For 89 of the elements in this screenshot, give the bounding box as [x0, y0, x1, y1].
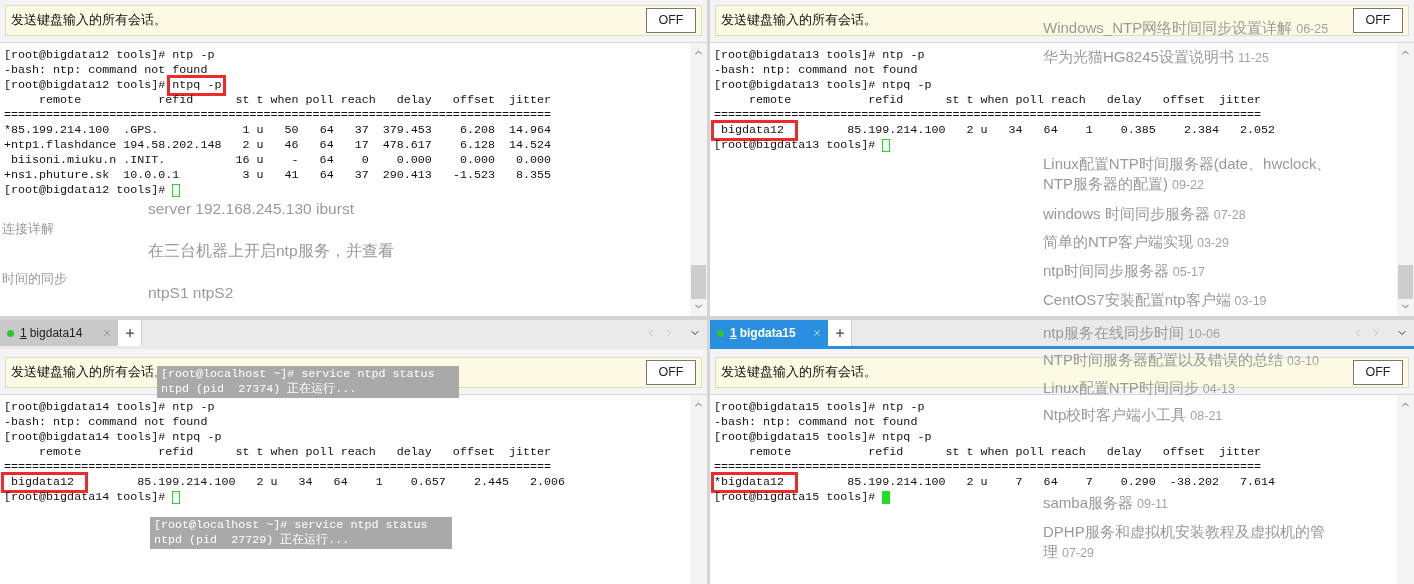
peer-name: +ntp1.flashdance: [4, 138, 117, 153]
off-button[interactable]: OFF: [1353, 8, 1403, 33]
peer-name: biisoni.miuku.n: [10, 153, 117, 168]
related-article-link[interactable]: Linux配置NTP时间服务器(date、hwclock、NTP服务器的配置) 09-22: [1043, 154, 1333, 195]
command-text: ntp -p: [172, 48, 215, 63]
snippet-line: ntpd (pid 27374) 正在运行...: [161, 382, 358, 397]
scrollbar-thumb[interactable]: [691, 265, 706, 299]
related-article-link[interactable]: 简单的NTP客户端实现 03-29: [1043, 232, 1229, 253]
peer-name: +ns1.phuture.sk: [4, 168, 110, 183]
terminal-line: [root@bigdata14 tools]#: [4, 400, 167, 415]
plus-icon: [833, 327, 846, 339]
off-button[interactable]: OFF: [646, 8, 696, 33]
scrollbar[interactable]: [690, 43, 707, 316]
terminal-line: [root@bigdata12 tools]#: [4, 48, 167, 63]
related-article-link[interactable]: 华为光猫HG8245设置说明书 11-25: [1043, 47, 1269, 68]
off-button[interactable]: OFF: [1353, 360, 1403, 385]
background-text: 时间的同步: [2, 270, 67, 288]
peer-name: *85.199.214.100: [4, 123, 110, 138]
off-button[interactable]: OFF: [646, 360, 696, 385]
terminal-line: [root@bigdata15 tools]#: [714, 490, 877, 505]
broadcast-message: 发送键盘输入的所有会话。: [11, 12, 167, 30]
close-icon[interactable]: [812, 328, 822, 338]
terminal-line: 85.199.214.100 2 u 34 64 1 0.657 2.445 2.006: [136, 475, 566, 490]
terminal-line: .INIT. 16 u - 64 0 0.000 0.000 0.000: [122, 153, 552, 168]
terminal-line: remote refid st t when poll reach delay offset jitter: [38, 445, 552, 460]
new-tab-button[interactable]: [118, 320, 142, 346]
terminal-line: [root@bigdata14 tools]#: [4, 490, 167, 505]
related-article-link[interactable]: NTP时间服务器配置以及错误的总结 03-10: [1043, 350, 1319, 371]
terminal-line: [root@bigdata13 tools]#: [714, 138, 877, 153]
terminal-line: remote refid st t when poll reach delay offset jitter: [748, 93, 1262, 108]
session-tab[interactable]: 1 bigdata14: [0, 320, 118, 346]
related-article-link[interactable]: Windows_NTP网络时间同步设置详解 06-25: [1043, 18, 1329, 39]
related-article-link[interactable]: windows 时间同步服务器 07-28: [1043, 204, 1246, 225]
plus-icon: [123, 327, 136, 339]
scrollbar[interactable]: [1397, 395, 1414, 584]
related-article-link[interactable]: DPHP服务和虚拟机安装教程及虚拟机的管理 07-29: [1043, 522, 1333, 563]
command-text: ntpq -p: [882, 430, 932, 445]
related-article-link[interactable]: CentOS7安装配置ntp客户端 03-19: [1043, 290, 1267, 311]
command-text: ntpq -p: [172, 430, 222, 445]
scrollbar[interactable]: [690, 395, 707, 584]
terminal-line: 85.199.214.100 2 u 34 64 1 0.385 2.384 2.052: [846, 123, 1276, 138]
terminal-line: 194.58.202.148 2 u 46 64 17 478.617 6.128 14.524: [122, 138, 552, 153]
command-text: ntp -p: [172, 400, 215, 415]
terminal-line: ==============================================================================: [714, 108, 1262, 123]
terminal-line: [root@bigdata13 tools]#: [714, 48, 877, 63]
terminal-line: remote refid st t when poll reach delay offset jitter: [748, 445, 1262, 460]
related-article-link[interactable]: ntp时间同步服务器 05-17: [1043, 261, 1205, 282]
close-icon[interactable]: [102, 328, 112, 338]
background-text: server 192.168.245.130 iburst: [148, 199, 354, 219]
command-text: ntp -p: [882, 48, 925, 63]
terminal-line: 85.199.214.100 2 u 7 64 7 0.290 -38.202 7.614: [846, 475, 1276, 490]
related-article-link[interactable]: Linux配置NTP时间同步 04-13: [1043, 378, 1235, 399]
session-tab[interactable]: 1 bigdata15: [710, 320, 828, 346]
terminal-line: ==============================================================================: [4, 460, 552, 475]
terminal-line: -bash: ntp: command not found: [4, 63, 208, 78]
terminal-line: 10.0.0.1 3 u 41 64 37 290.413 -1.523 8.355: [122, 168, 552, 183]
terminal-line: [root@bigdata12 tools]#: [4, 183, 167, 198]
related-article-link[interactable]: Ntp校时客户端小工具 08-21: [1043, 405, 1223, 426]
scrollbar[interactable]: [1397, 43, 1414, 316]
broadcast-message: 发送键盘输入的所有会话。: [721, 12, 877, 30]
snippet-line: [root@localhost ~]# service ntpd status: [154, 518, 429, 533]
terminal-line: ==============================================================================: [714, 460, 1262, 475]
terminal-line: [root@bigdata12 tools]#: [4, 78, 167, 93]
terminal-line: -bash: ntp: command not found: [4, 415, 208, 430]
broadcast-message: 发送键盘输入的所有会话。: [721, 364, 877, 382]
peer-name: bigdata12: [1, 472, 89, 493]
new-tab-button[interactable]: [828, 320, 852, 346]
peer-name: *bigdata12: [711, 472, 799, 493]
terminal-line: [root@bigdata15 tools]#: [714, 430, 877, 445]
command-text: ntpq -p: [882, 78, 932, 93]
terminal-line: [root@bigdata14 tools]#: [4, 430, 167, 445]
terminal-line: -bash: ntp: command not found: [714, 415, 918, 430]
terminal-line: [root@bigdata13 tools]#: [714, 78, 877, 93]
terminal-line: .GPS. 1 u 50 64 37 379.453 6.208 14.964: [122, 123, 552, 138]
background-text: ntpS1 ntpS2: [148, 283, 234, 303]
terminal-line: ==============================================================================: [4, 108, 552, 123]
snippet-line: [root@localhost ~]# service ntpd status: [161, 367, 436, 382]
terminal-line: -bash: ntp: command not found: [714, 63, 918, 78]
command-text: ntpq -p: [167, 75, 227, 96]
background-text: 连接详解: [2, 220, 54, 238]
scrollbar-thumb[interactable]: [1398, 265, 1413, 299]
peer-name: bigdata12: [711, 120, 799, 141]
snippet-line: ntpd (pid 27729) 正在运行...: [154, 533, 351, 548]
background-text: 在三台机器上开启ntp服务，并查看: [148, 241, 394, 261]
command-text: ntp -p: [882, 400, 925, 415]
terminal-line: [root@bigdata15 tools]#: [714, 400, 877, 415]
terminal-line: remote refid st t when poll reach delay offset jitter: [38, 93, 552, 108]
related-article-link[interactable]: ntp服务在线同步时间 10-06: [1043, 323, 1220, 344]
related-article-link[interactable]: samba服务器 09-11: [1043, 493, 1169, 514]
